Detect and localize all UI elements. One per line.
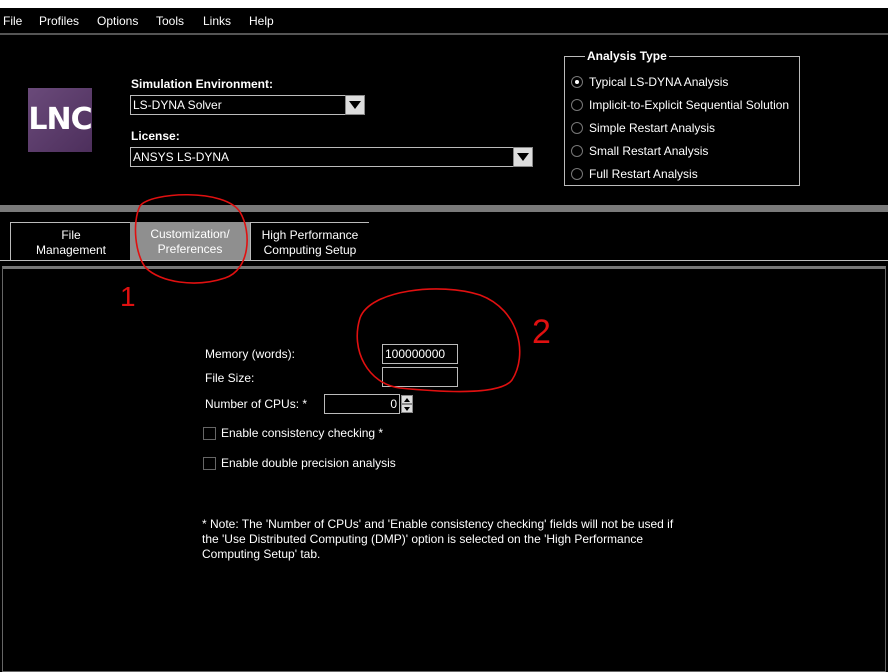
radio-icon[interactable] xyxy=(571,99,583,111)
tab-label-line1: File xyxy=(61,228,81,242)
tab-label-line2: Management xyxy=(35,243,107,257)
section-separator xyxy=(0,205,888,212)
radio-icon[interactable] xyxy=(571,122,583,134)
analysis-option-label: Implicit-to-Explicit Sequential Solution xyxy=(589,98,790,112)
cpus-label: Number of CPUs: * xyxy=(205,397,308,411)
cpus-spinner[interactable] xyxy=(401,395,413,413)
app-logo: LNC xyxy=(28,88,93,152)
tab-customization-preferences[interactable]: Customization/Preferences xyxy=(130,222,250,260)
license-select[interactable]: ANSYS LS-DYNA xyxy=(130,147,533,167)
menu-tools[interactable]: Tools xyxy=(156,14,184,28)
file-size-input[interactable] xyxy=(382,367,458,387)
memory-input[interactable]: 100000000 xyxy=(382,344,458,364)
spin-up-icon[interactable] xyxy=(401,395,413,404)
simulation-environment-select[interactable]: LS-DYNA Solver xyxy=(130,95,365,115)
cpus-value: 0 xyxy=(390,397,397,411)
analysis-option-label: Typical LS-DYNA Analysis xyxy=(589,75,729,89)
cpus-input[interactable]: 0 xyxy=(324,394,400,414)
menu-separator xyxy=(0,33,888,35)
menu-links[interactable]: Links xyxy=(203,14,231,28)
menu-help[interactable]: Help xyxy=(249,14,274,28)
file-size-label: File Size: xyxy=(205,371,255,385)
menu-options[interactable]: Options xyxy=(97,14,138,28)
tab-label-line1: High Performance xyxy=(261,228,359,242)
double-precision-checkbox[interactable] xyxy=(203,457,216,470)
logo-text: LNC xyxy=(28,102,92,137)
analysis-option-label: Full Restart Analysis xyxy=(589,167,698,181)
analysis-type-group: Analysis Type Typical LS-DYNA Analysis I… xyxy=(564,49,800,186)
tab-label-line2: Preferences xyxy=(157,242,223,256)
consistency-checkbox[interactable] xyxy=(203,427,216,440)
tab-baseline xyxy=(0,260,888,261)
tab-content-panel xyxy=(2,266,886,672)
chevron-down-icon[interactable] xyxy=(513,147,533,167)
tab-label-line1: Customization/ xyxy=(150,227,230,241)
license-label: License: xyxy=(131,129,180,143)
radio-icon[interactable] xyxy=(571,168,583,180)
analysis-type-title: Analysis Type xyxy=(585,49,669,63)
simulation-environment-value: LS-DYNA Solver xyxy=(133,98,222,112)
memory-value: 100000000 xyxy=(385,347,446,361)
simulation-environment-label: Simulation Environment: xyxy=(131,77,274,91)
memory-label: Memory (words): xyxy=(205,347,296,361)
menu-file[interactable]: File xyxy=(3,14,22,28)
radio-icon[interactable] xyxy=(571,76,583,88)
window-top-strip xyxy=(0,0,888,8)
chevron-down-icon[interactable] xyxy=(345,95,365,115)
cpu-note: * Note: The 'Number of CPUs' and 'Enable… xyxy=(202,517,674,561)
tab-high-performance-computing[interactable]: High Performance Computing Setup xyxy=(250,222,369,261)
menu-profiles[interactable]: Profiles xyxy=(39,14,79,28)
license-value: ANSYS LS-DYNA xyxy=(133,150,230,164)
menu-bar: File Profiles Options Tools Links Help xyxy=(0,8,888,34)
double-precision-label: Enable double precision analysis xyxy=(221,456,396,470)
analysis-option-label: Simple Restart Analysis xyxy=(589,121,716,135)
spin-down-icon[interactable] xyxy=(401,404,413,413)
analysis-option-label: Small Restart Analysis xyxy=(589,144,709,158)
tab-label-line2: Computing Setup xyxy=(263,243,357,257)
consistency-label: Enable consistency checking * xyxy=(221,426,384,440)
radio-icon[interactable] xyxy=(571,145,583,157)
tab-file-management[interactable]: File Management xyxy=(10,222,131,261)
